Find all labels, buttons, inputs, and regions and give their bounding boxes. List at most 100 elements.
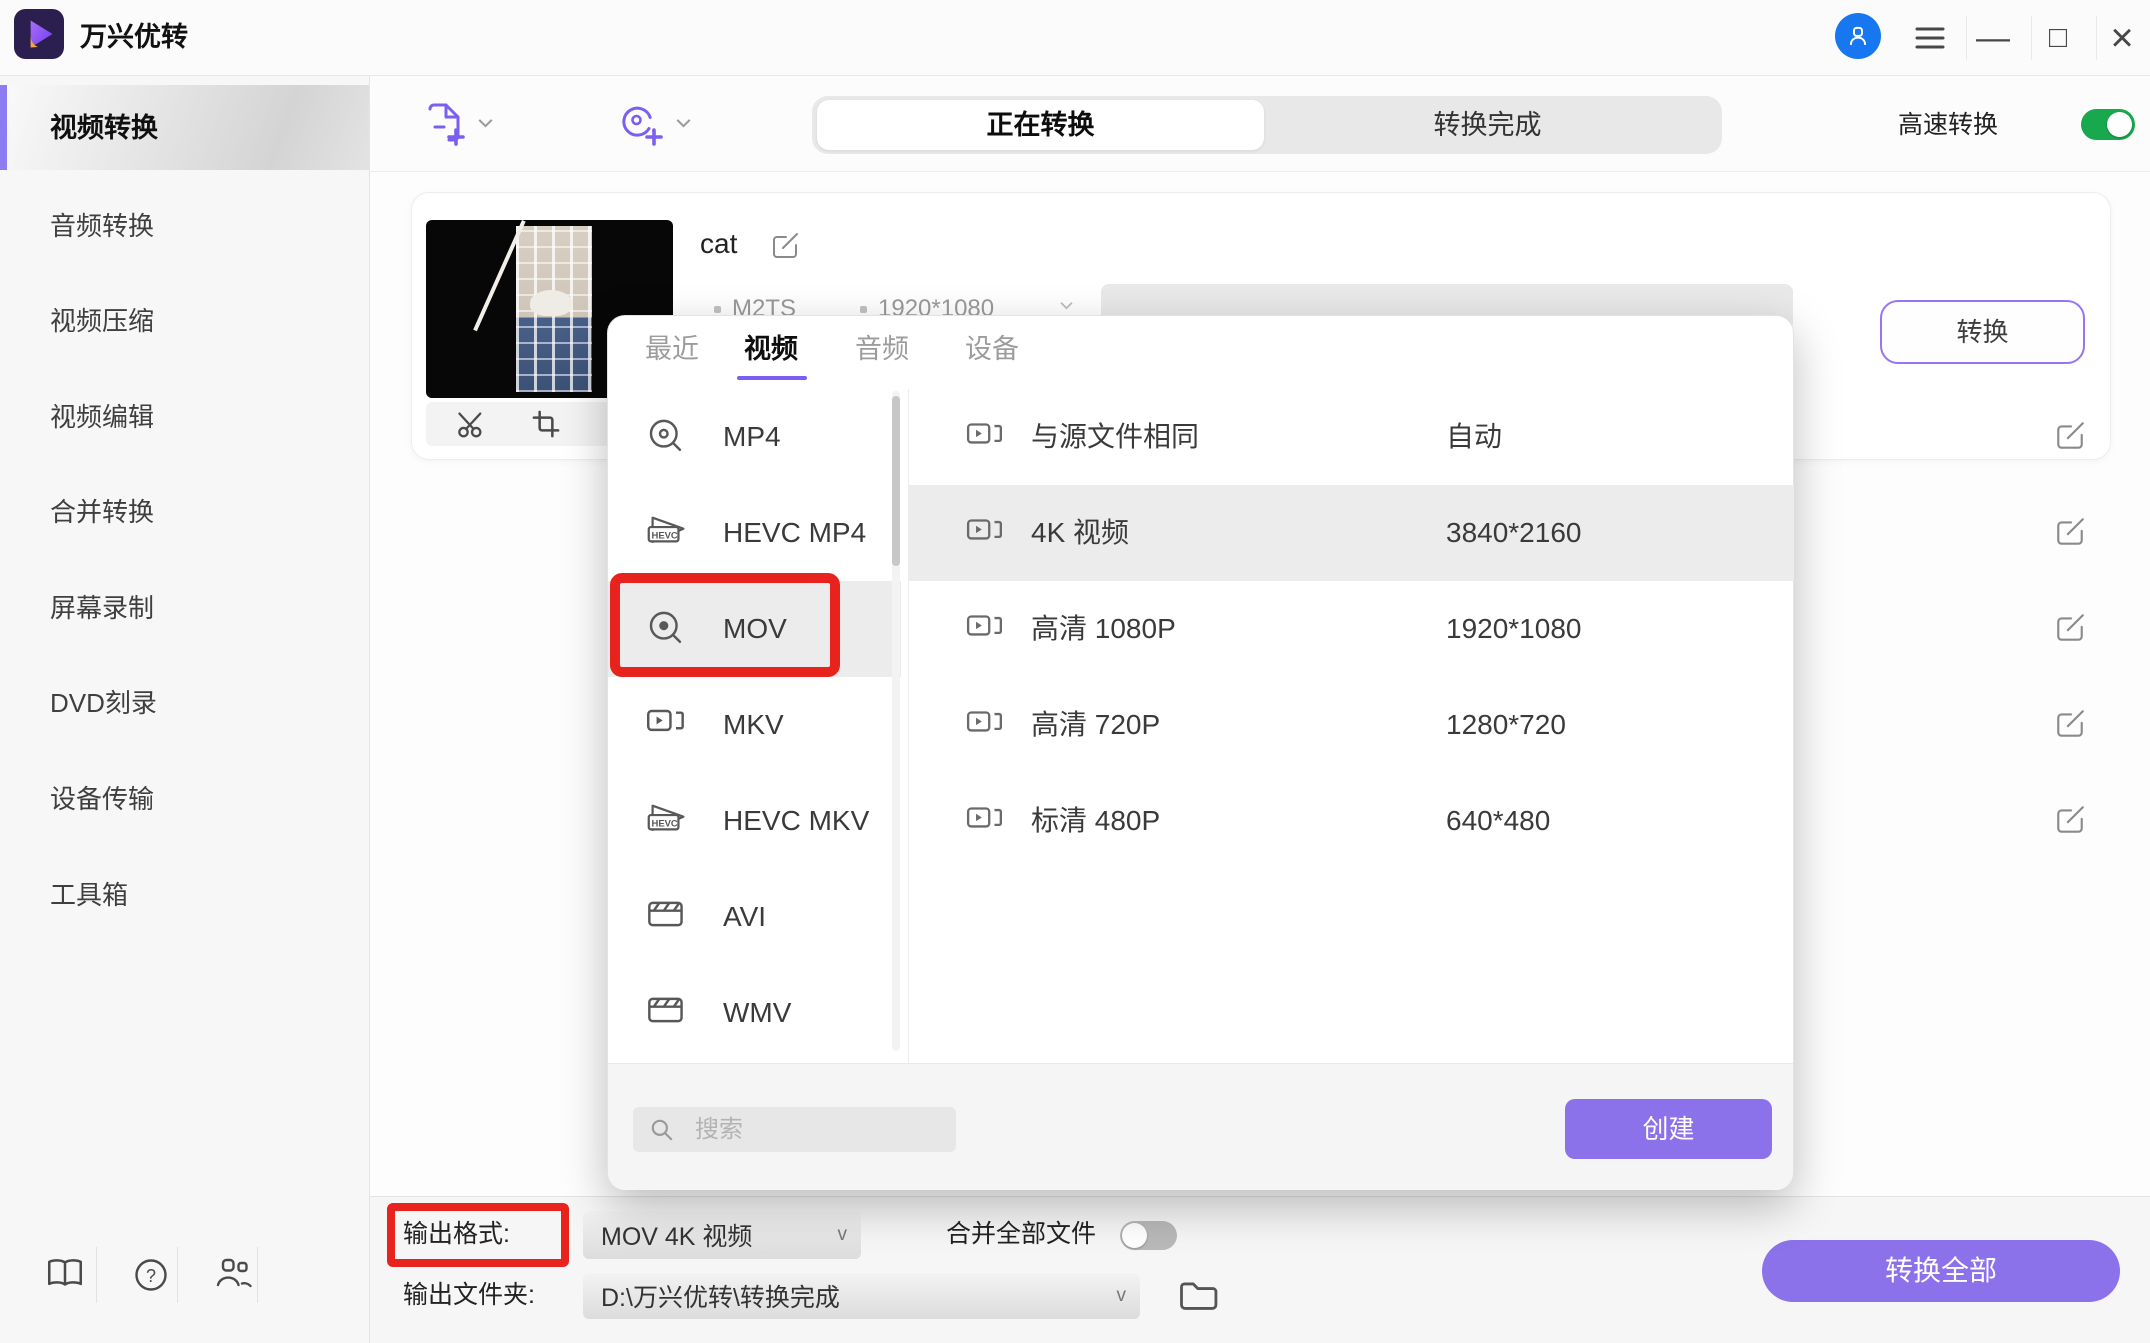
output-folder-dropdown[interactable]: D:\万兴优转\转换完成 v xyxy=(583,1273,1140,1319)
format-label: MKV xyxy=(723,677,784,773)
hamburger-menu-icon[interactable] xyxy=(1912,21,1948,55)
preset-row-4k[interactable]: 4K 视频 3840*2160 xyxy=(909,485,1794,581)
search-input[interactable] xyxy=(633,1107,956,1152)
sidebar-item-video-compress[interactable]: 视频压缩 xyxy=(50,304,154,338)
open-folder-icon[interactable] xyxy=(1178,1277,1220,1313)
preset-value: 640*480 xyxy=(1446,773,1550,869)
output-format-value: MOV 4K 视频 xyxy=(601,1211,752,1259)
active-tab-underline xyxy=(737,376,807,380)
chevron-down-icon: v xyxy=(838,1211,848,1259)
format-label: HEVC MP4 xyxy=(723,485,866,581)
divider xyxy=(1966,16,1967,60)
format-row-mkv[interactable]: MKV xyxy=(608,677,908,773)
output-folder-label: 输出文件夹: xyxy=(403,1277,535,1313)
output-format-dropdown[interactable]: MOV 4K 视频 v xyxy=(583,1211,861,1259)
close-button[interactable]: × xyxy=(2100,10,2144,66)
preset-row-720p[interactable]: 高清 720P 1280*720 xyxy=(909,677,1794,773)
format-label: WMV xyxy=(723,965,791,1061)
add-dvd-caret-icon[interactable] xyxy=(676,118,691,128)
maximize-button[interactable]: □ xyxy=(2036,10,2080,66)
format-row-mp4[interactable]: MP4 xyxy=(608,389,908,485)
format-select-popup: 最近 视频 音频 设备 MP4 HEVC HEVC MP4 xyxy=(607,315,1794,1190)
edit-preset-icon[interactable] xyxy=(2054,420,2086,452)
crop-icon[interactable] xyxy=(531,409,561,439)
bullet xyxy=(860,306,867,313)
app-logo-icon xyxy=(14,9,64,59)
bullet xyxy=(714,306,721,313)
file-name: cat xyxy=(700,225,737,263)
merge-all-toggle[interactable] xyxy=(1120,1221,1177,1250)
sidebar-item-video-edit[interactable]: 视频编辑 xyxy=(50,400,154,434)
preset-label: 标清 480P xyxy=(1031,773,1160,869)
add-file-icon[interactable] xyxy=(420,100,468,148)
format-label: MOV xyxy=(723,581,787,677)
sidebar-item-device-transfer[interactable]: 设备传输 xyxy=(50,782,154,816)
preset-value: 1920*1080 xyxy=(1446,581,1581,677)
cat-shape xyxy=(530,290,572,316)
high-speed-label: 高速转换 xyxy=(1898,96,1998,154)
video-camera-icon xyxy=(966,515,1004,545)
format-row-avi[interactable]: AVI xyxy=(608,869,908,965)
chevron-down-icon: v xyxy=(1117,1273,1127,1319)
preset-label: 高清 1080P xyxy=(1031,581,1176,677)
preset-row-1080p[interactable]: 高清 1080P 1920*1080 xyxy=(909,581,1794,677)
sidebar-item-toolbox[interactable]: 工具箱 xyxy=(50,878,128,912)
format-row-wmv[interactable]: WMV xyxy=(608,965,908,1061)
popup-tab-device[interactable]: 设备 xyxy=(965,328,1019,370)
output-settings-bar: 输出格式: MOV 4K 视频 v 合并全部文件 输出文件夹: D:\万兴优转\… xyxy=(370,1196,2150,1343)
convert-tabs: 正在转换 转换完成 xyxy=(812,96,1722,154)
video-camera-icon xyxy=(966,419,1004,449)
scrollbar-thumb[interactable] xyxy=(892,396,900,566)
tab-converted[interactable]: 转换完成 xyxy=(1264,100,1711,150)
tab-converting[interactable]: 正在转换 xyxy=(817,100,1264,150)
edit-preset-icon[interactable] xyxy=(2054,516,2086,548)
add-dvd-icon[interactable] xyxy=(618,100,666,148)
clapperboard-icon xyxy=(646,897,686,931)
create-button[interactable]: 创建 xyxy=(1565,1099,1772,1159)
guide-book-icon[interactable] xyxy=(44,1255,86,1291)
convert-all-button[interactable]: 转换全部 xyxy=(1762,1240,2120,1302)
edit-preset-icon[interactable] xyxy=(2054,804,2086,836)
convert-button[interactable]: 转换 xyxy=(1880,300,2085,364)
hevc-icon: HEVC xyxy=(646,513,690,551)
divider xyxy=(2096,16,2097,60)
account-avatar[interactable] xyxy=(1835,13,1881,59)
format-row-mov[interactable]: MOV xyxy=(608,581,901,677)
format-row-hevc-mp4[interactable]: HEVC HEVC MP4 xyxy=(608,485,908,581)
file-info-caret-icon[interactable] xyxy=(1060,301,1073,310)
popup-tab-video[interactable]: 视频 xyxy=(744,328,798,370)
svg-text:?: ? xyxy=(146,1266,156,1286)
trim-scissors-icon[interactable] xyxy=(456,409,486,439)
divider xyxy=(177,1247,178,1303)
preset-row-480p[interactable]: 标清 480P 640*480 xyxy=(909,773,1794,869)
preset-value: 3840*2160 xyxy=(1446,485,1581,581)
community-users-icon[interactable] xyxy=(212,1255,256,1293)
svg-text:HEVC: HEVC xyxy=(652,530,678,541)
edit-preset-icon[interactable] xyxy=(2054,612,2086,644)
video-camera-icon xyxy=(966,611,1004,641)
format-row-hevc-mkv[interactable]: HEVC HEVC MKV xyxy=(608,773,908,869)
output-format-label: 输出格式: xyxy=(403,1216,510,1252)
sidebar-item-merge-convert[interactable]: 合并转换 xyxy=(50,495,154,529)
hevc-icon: HEVC xyxy=(646,801,690,839)
sidebar-item-video-convert[interactable]: 视频转换 xyxy=(50,111,158,145)
sidebar-item-dvd-burn[interactable]: DVD刻录 xyxy=(50,686,157,720)
video-camera-icon xyxy=(966,707,1004,737)
rename-edit-icon[interactable] xyxy=(770,231,800,261)
preset-value: 自动 xyxy=(1446,389,1502,485)
merge-all-label: 合并全部文件 xyxy=(946,1216,1096,1252)
popup-tab-recent[interactable]: 最近 xyxy=(645,328,699,370)
help-icon[interactable]: ? xyxy=(131,1255,171,1295)
preset-row-same-as-source[interactable]: 与源文件相同 自动 xyxy=(909,389,1794,485)
add-file-caret-icon[interactable] xyxy=(478,118,493,128)
popup-tab-audio[interactable]: 音频 xyxy=(855,328,909,370)
divider xyxy=(257,1247,258,1303)
high-speed-toggle[interactable] xyxy=(2081,109,2135,140)
sidebar-item-screen-record[interactable]: 屏幕录制 xyxy=(50,591,154,625)
clapperboard-icon xyxy=(646,993,686,1027)
search-icon xyxy=(649,1117,675,1143)
minimize-button[interactable]: — xyxy=(1971,10,2015,66)
edit-preset-icon[interactable] xyxy=(2054,708,2086,740)
sidebar-item-audio-convert[interactable]: 音频转换 xyxy=(50,209,154,243)
convert-toolbar: 正在转换 转换完成 高速转换 xyxy=(370,76,2150,172)
